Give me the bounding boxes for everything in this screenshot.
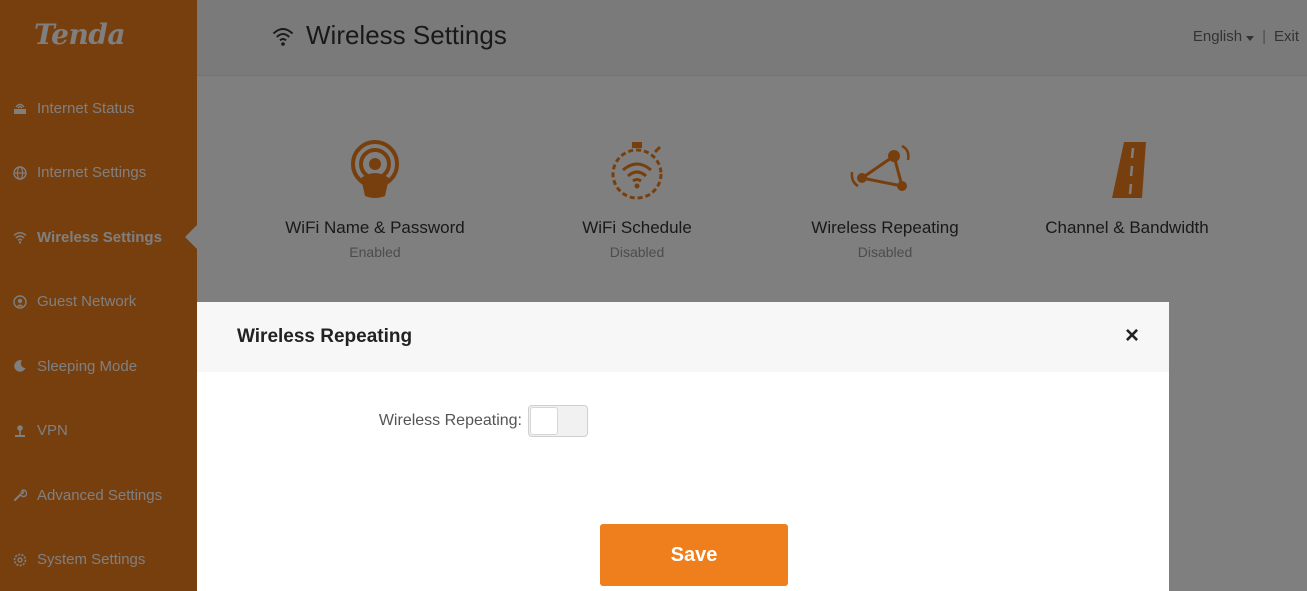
close-icon[interactable]: × [1125, 324, 1139, 348]
save-button[interactable]: Save [600, 524, 788, 586]
wireless-repeating-dialog: Wireless Repeating × Wireless Repeating:… [197, 302, 1169, 591]
dialog-header: Wireless Repeating × [197, 302, 1169, 372]
form-row-wireless-repeating: Wireless Repeating: [197, 405, 1169, 437]
toggle-knob [530, 407, 558, 435]
dialog-title: Wireless Repeating [237, 326, 413, 347]
wireless-repeating-toggle[interactable] [528, 405, 588, 437]
field-label: Wireless Repeating: [378, 412, 522, 429]
